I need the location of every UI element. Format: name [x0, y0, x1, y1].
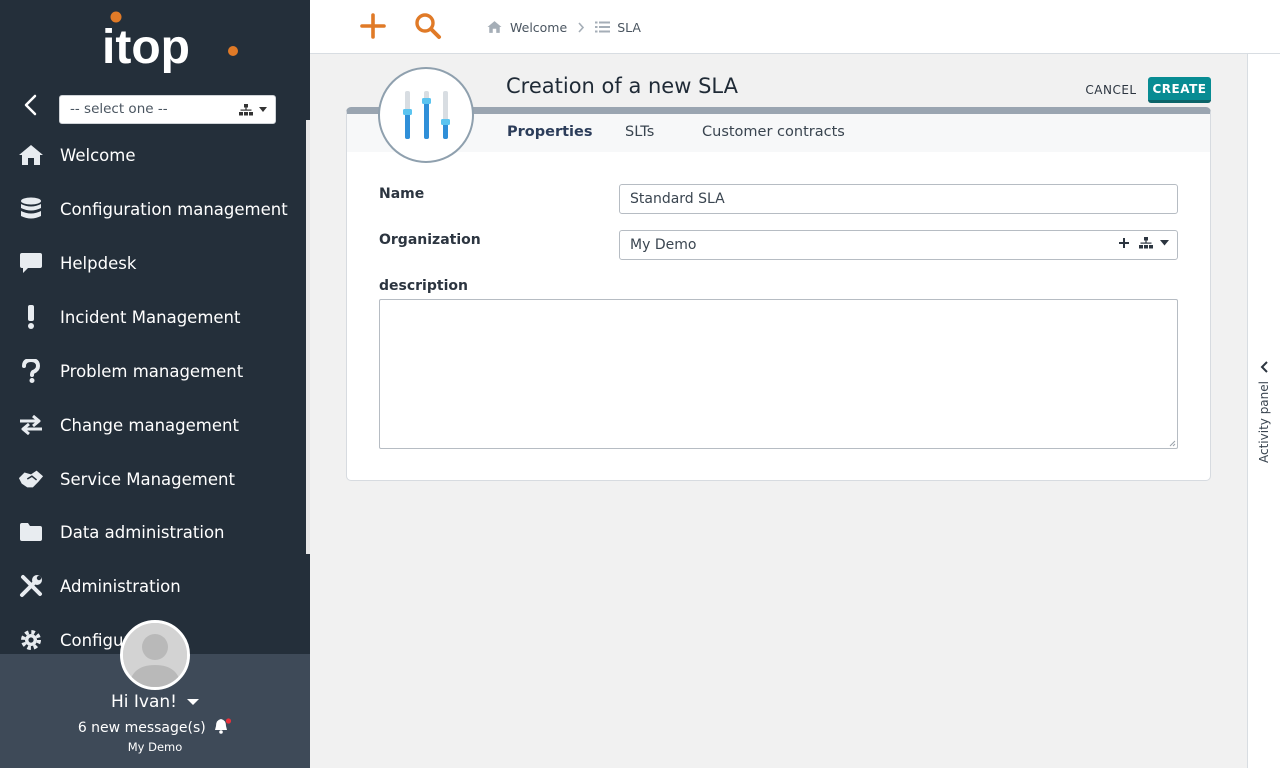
cancel-button[interactable]: CANCEL: [1080, 79, 1142, 101]
user-greeting-text: Hi Ivan!: [111, 692, 177, 712]
name-field-value: Standard SLA: [630, 191, 725, 207]
messages-text: 6 new message(s): [77, 720, 206, 736]
description-label: description: [379, 278, 468, 294]
exchange-arrows-icon: [18, 412, 44, 438]
menu-item-service-management[interactable]: Service Management: [0, 452, 306, 506]
page-title: Creation of a new SLA: [506, 74, 738, 98]
exclamation-icon: [18, 304, 44, 330]
organization-label: Organization: [379, 232, 481, 248]
new-object-plus-icon[interactable]: [360, 13, 386, 39]
name-field[interactable]: Standard SLA: [619, 184, 1178, 214]
expand-activity-panel-chevron-icon[interactable]: [1258, 360, 1272, 374]
menu-item-label: Incident Management: [60, 307, 241, 327]
menu-item-data-administration[interactable]: Data administration: [0, 505, 306, 559]
user-greeting[interactable]: Hi Ivan!: [0, 692, 310, 712]
menu-item-label: Helpdesk: [60, 253, 137, 273]
home-icon: [18, 142, 44, 168]
description-textarea[interactable]: [379, 299, 1178, 449]
breadcrumb-sla[interactable]: SLA: [595, 20, 641, 35]
chevron-down-icon: [259, 107, 267, 112]
hierarchy-icon[interactable]: [239, 104, 253, 116]
breadcrumb-label: SLA: [617, 19, 641, 35]
folder-icon: [18, 519, 44, 545]
resize-handle-icon[interactable]: [1168, 439, 1176, 447]
organization-filter-select[interactable]: -- select one --: [59, 95, 276, 124]
menu-item-label: Data administration: [60, 522, 225, 542]
menu-item-welcome[interactable]: Welcome: [0, 128, 306, 182]
chat-bubble-icon: [18, 250, 44, 276]
tab-properties[interactable]: Properties: [507, 124, 592, 140]
menu-item-label: Problem management: [60, 361, 244, 381]
menu-item-configuration-management[interactable]: Configuration management: [0, 182, 306, 236]
activity-panel-label[interactable]: Activity panel: [1257, 377, 1271, 467]
search-icon[interactable]: [414, 12, 442, 40]
chevron-down-icon: [187, 699, 199, 705]
menu-scrollbar[interactable]: [306, 120, 310, 554]
menu-item-helpdesk[interactable]: Helpdesk: [0, 236, 306, 290]
menu-item-change-management[interactable]: Change management: [0, 398, 306, 452]
organization-field-value: My Demo: [630, 237, 697, 253]
menu-item-label: Configur: [60, 630, 131, 650]
menu-item-problem-management[interactable]: Problem management: [0, 344, 306, 398]
menu-item-label: Configuration management: [60, 199, 288, 219]
svg-text:itop: itop: [102, 21, 190, 74]
tools-icon: [18, 573, 44, 599]
organization-field-tools: [1118, 237, 1169, 249]
gear-icon: [18, 627, 44, 653]
home-icon: [487, 21, 502, 33]
breadcrumb: Welcome SLA: [486, 17, 641, 37]
create-organization-plus-icon[interactable]: [1118, 237, 1130, 249]
menu-item-administration[interactable]: Administration: [0, 559, 306, 613]
main-menu: Welcome Configuration management Helpdes…: [0, 128, 306, 654]
activity-panel: Activity panel: [1247, 54, 1280, 768]
list-icon: [595, 21, 611, 33]
hierarchy-icon[interactable]: [1139, 237, 1153, 249]
breadcrumb-label: Welcome: [510, 19, 568, 35]
new-messages-link[interactable]: 6 new message(s): [0, 718, 310, 736]
itop-logo[interactable]: itop: [98, 8, 248, 80]
database-icon: [18, 196, 44, 222]
menu-item-label: Administration: [60, 576, 181, 596]
chevron-right-icon: [577, 21, 585, 33]
tab-customer-contracts[interactable]: Customer contracts: [702, 124, 845, 140]
question-icon: [18, 358, 44, 384]
collapse-menu-chevron-icon[interactable]: [18, 92, 44, 118]
sidebar: itop -- select one -- Welcome Configurat…: [0, 0, 310, 768]
menu-item-label: Service Management: [60, 469, 235, 489]
sla-class-icon: [378, 67, 474, 163]
menu-item-label: Welcome: [60, 145, 136, 165]
menu-item-incident-management[interactable]: Incident Management: [0, 290, 306, 344]
user-organization: My Demo: [127, 740, 183, 754]
tab-slts[interactable]: SLTs: [625, 124, 654, 140]
chevron-down-icon[interactable]: [1160, 240, 1169, 246]
organization-field[interactable]: My Demo: [619, 230, 1178, 260]
breadcrumb-welcome[interactable]: Welcome: [486, 20, 567, 35]
organization-filter-value: -- select one --: [70, 101, 168, 117]
menu-item-label: Change management: [60, 415, 239, 435]
create-button[interactable]: CREATE: [1148, 77, 1211, 103]
top-bar: Welcome SLA: [310, 0, 1280, 54]
bell-icon: [215, 718, 232, 734]
avatar[interactable]: [120, 620, 190, 690]
handshake-icon: [18, 466, 44, 492]
name-label: Name: [379, 186, 425, 202]
